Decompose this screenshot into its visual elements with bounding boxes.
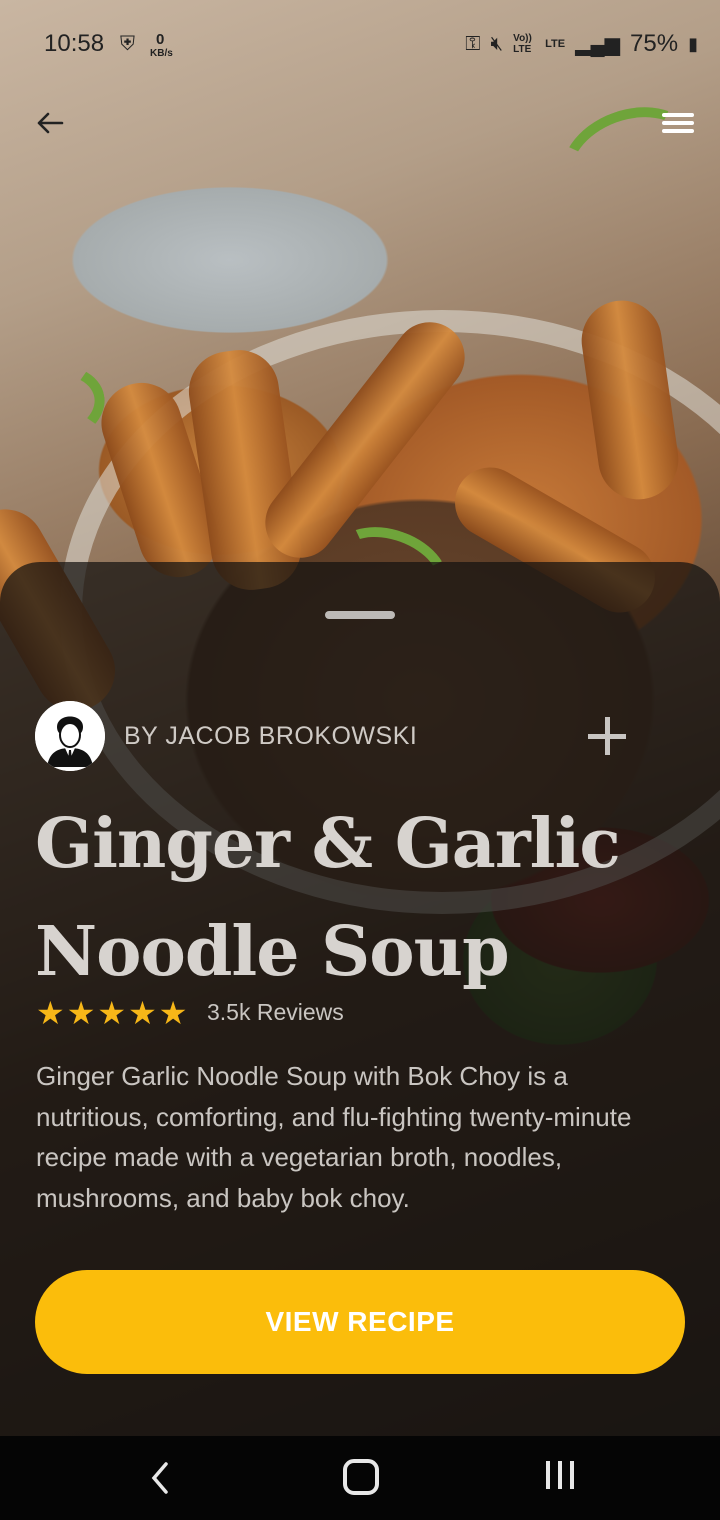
volte-label: Vo)) LTE (513, 33, 532, 55)
star-icon: ★ (36, 995, 65, 1031)
nav-back-button[interactable] (146, 1458, 172, 1498)
status-icons: ⚿ 🔇︎ Vo)) LTE LTE ▂▄▆ 75% ▮ (465, 30, 698, 58)
vpn-shield-icon: ⛨ (120, 33, 135, 55)
star-icon: ★ (97, 995, 127, 1031)
status-bar: 10:58 ⛨ 0 KB/s ⚿ 🔇︎ Vo)) LTE LTE ▂▄▆ 75%… (0, 0, 720, 90)
recipe-title-line2: Noodle Soup (35, 912, 510, 992)
recipe-description: Ginger Garlic Noodle Soup with Bok Choy … (36, 1061, 632, 1213)
system-nav-bar (0, 1436, 720, 1520)
person-icon (35, 701, 105, 771)
battery-percent: 75% (630, 30, 679, 57)
star-icon: ★ (66, 995, 96, 1031)
recipe-sheet: BY JACOB BROKOWSKI Ginger & Garlic Noodl… (0, 562, 720, 1436)
signal-icon: ▂▄▆ (575, 33, 621, 56)
hamburger-menu-icon (662, 109, 694, 137)
star-icon: ★ (128, 995, 157, 1031)
recipe-title-line1: Ginger & Garlic (35, 804, 621, 884)
rating-stars: ★ ★ ★ ★ ★ (36, 996, 187, 1030)
nav-home-button[interactable] (343, 1459, 379, 1495)
sheet-drag-handle[interactable] (325, 611, 395, 619)
battery-icon: ▮ (688, 33, 698, 54)
author-name[interactable]: BY JACOB BROKOWSKI (124, 722, 417, 751)
status-time: 10:58 (44, 30, 105, 57)
lte-label: LTE (545, 38, 566, 50)
recipe-title: Ginger & Garlic Noodle Soup (35, 790, 675, 1006)
reviews-count[interactable]: 3.5k Reviews (207, 999, 344, 1026)
add-button[interactable] (584, 713, 630, 759)
star-icon: ★ (158, 995, 188, 1031)
nav-recents-button[interactable] (546, 1461, 574, 1489)
mute-icon: 🔇︎ (490, 32, 504, 55)
data-speed-value: 0 (156, 31, 165, 48)
chevron-left-icon (151, 1462, 168, 1494)
author-avatar[interactable] (35, 701, 105, 771)
key-icon: ⚿ (465, 32, 481, 55)
data-speed-unit: KB/s (150, 48, 173, 59)
view-recipe-button[interactable]: VIEW RECIPE (35, 1270, 685, 1374)
back-button[interactable] (22, 95, 78, 151)
menu-button[interactable] (650, 95, 706, 151)
arrow-left-icon (37, 112, 64, 134)
